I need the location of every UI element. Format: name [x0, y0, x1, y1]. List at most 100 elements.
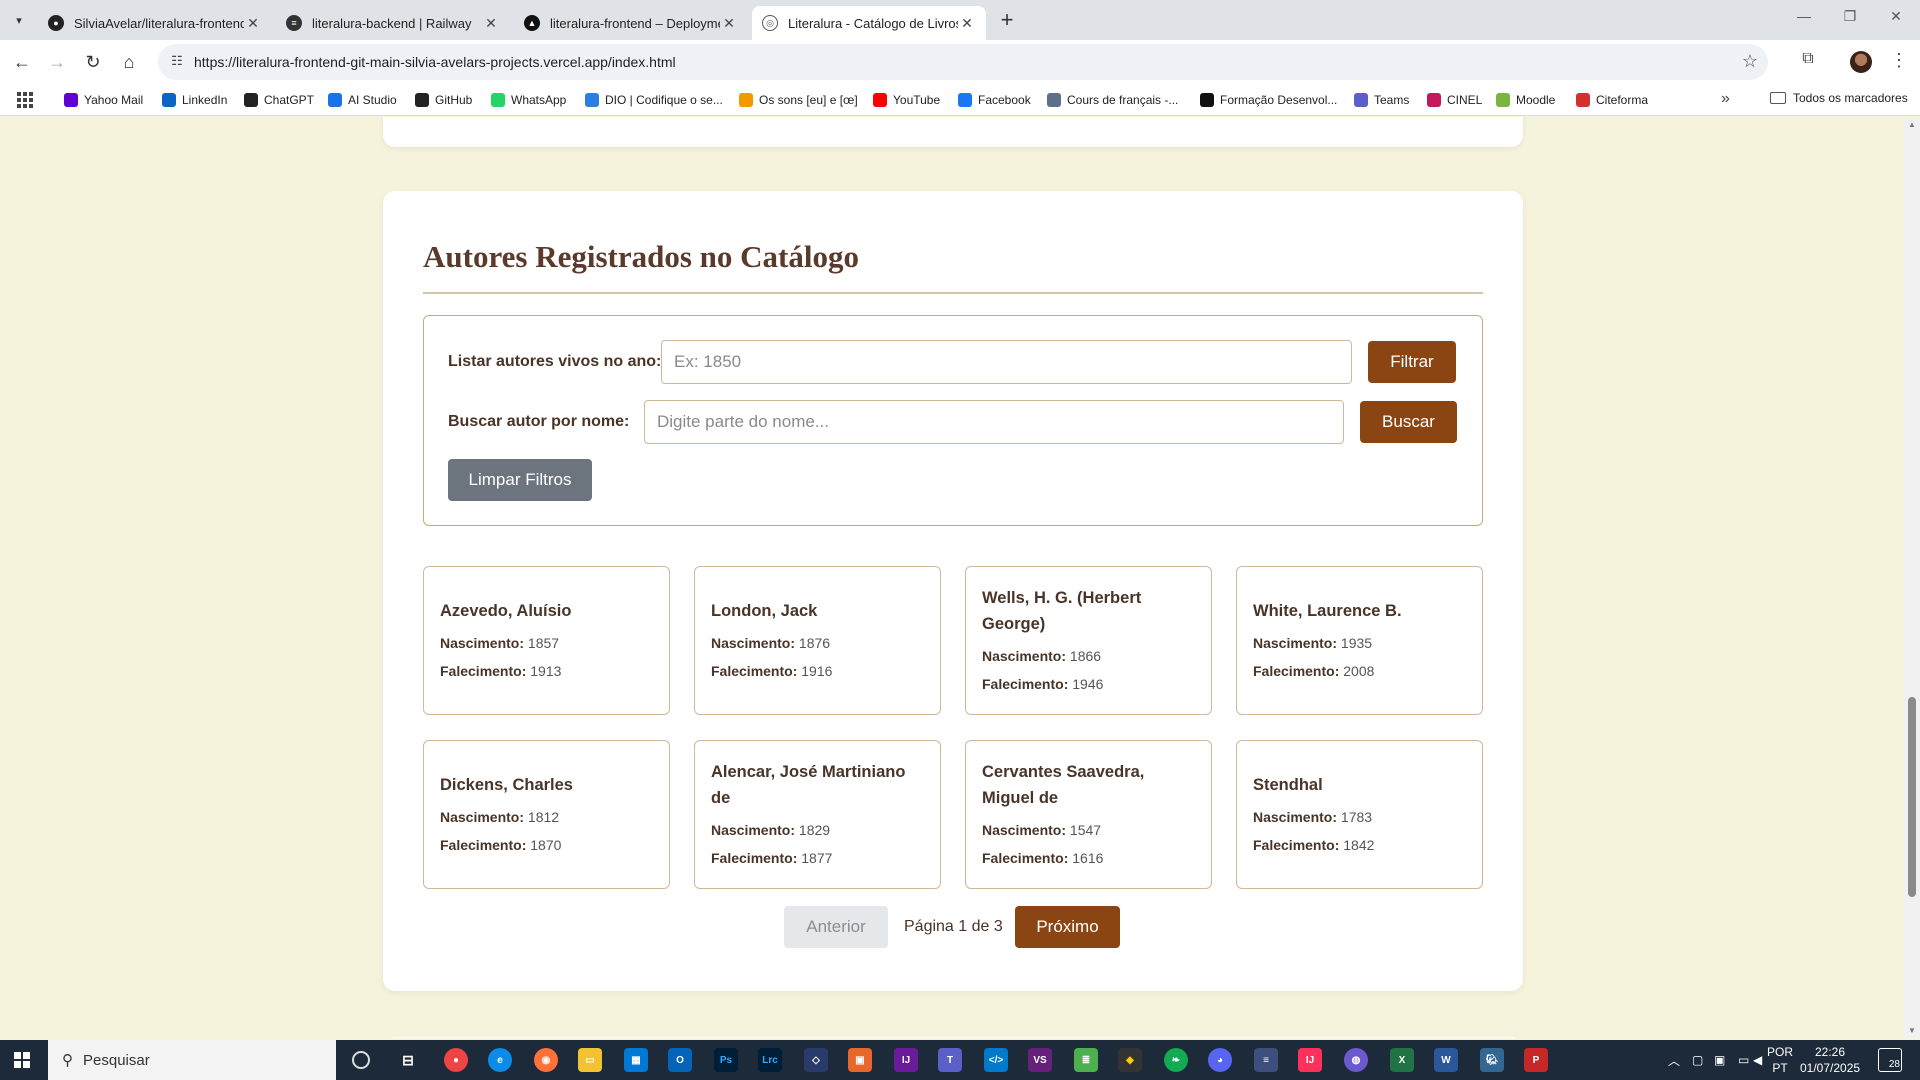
scroll-down-icon[interactable]: ▼ — [1908, 1026, 1916, 1035]
author-name: London, Jack — [711, 602, 818, 620]
studio-icon[interactable]: ◇ — [804, 1048, 828, 1072]
home-icon[interactable]: ⌂ — [117, 50, 141, 74]
bookmark-item[interactable]: YouTube — [873, 91, 940, 109]
more-menu-icon[interactable]: ⋮ — [1890, 50, 1908, 72]
word-icon[interactable]: W — [1434, 1048, 1458, 1072]
mongodb-icon[interactable]: ❧ — [1164, 1048, 1188, 1072]
more-bookmarks-icon[interactable]: » — [1721, 90, 1730, 108]
tray-expand-icon[interactable]: ︿ — [1668, 1040, 1680, 1080]
file-explorer-icon[interactable]: ▭ — [578, 1048, 602, 1072]
previous-page-button[interactable]: Anterior — [784, 906, 888, 948]
language-indicator[interactable]: POR PT — [1765, 1044, 1795, 1076]
volume-icon[interactable]: ◀ — [1753, 1040, 1762, 1080]
year-input[interactable] — [661, 340, 1352, 384]
url-text[interactable]: https://literalura-frontend-git-main-sil… — [194, 54, 676, 70]
profile-avatar[interactable] — [1850, 51, 1872, 73]
notepad-icon[interactable]: ≣ — [1074, 1048, 1098, 1072]
bookmark-item[interactable]: Os sons [eu] e [œ] — [739, 91, 858, 109]
minimize-icon[interactable]: — — [1790, 8, 1818, 32]
bookmark-item[interactable]: Formação Desenvol... — [1200, 91, 1337, 109]
taskbar-search[interactable]: ⚲ Pesquisar — [48, 1040, 336, 1080]
tab-close-icon[interactable]: ✕ — [720, 15, 738, 32]
name-search-input[interactable] — [644, 400, 1344, 444]
tool-icon[interactable]: ▣ — [848, 1048, 872, 1072]
visual-studio-icon[interactable]: VS — [1028, 1048, 1052, 1072]
bookmark-item[interactable]: Citeforma — [1576, 91, 1648, 109]
teams-icon[interactable]: T — [938, 1048, 962, 1072]
edge-icon[interactable]: e — [488, 1048, 512, 1072]
windows-start-icon[interactable] — [14, 1052, 30, 1068]
tab-close-icon[interactable]: ✕ — [482, 15, 500, 32]
tab-vercel[interactable]: ▲ literalura-frontend – Deployme ✕ — [514, 6, 748, 40]
author-card-body: White, Laurence B. Nascimento: 1935 Faleci… — [1253, 567, 1466, 682]
close-window-icon[interactable]: ✕ — [1882, 8, 1910, 32]
page-indicator: Página 1 de 3 — [904, 918, 1003, 935]
tab-close-icon[interactable]: ✕ — [244, 15, 262, 32]
bookmark-item[interactable]: Facebook — [958, 91, 1031, 109]
browser-alt-icon[interactable]: ◍ — [1344, 1048, 1368, 1072]
next-page-button[interactable]: Próximo — [1015, 906, 1120, 948]
postgresql-icon[interactable]: 🐘︎ — [1480, 1048, 1504, 1072]
death-label: Falecimento: — [1253, 663, 1340, 679]
tab-literalura[interactable]: ◎ Literalura - Catálogo de Livros ✕ — [752, 6, 986, 40]
tab-close-icon[interactable]: ✕ — [958, 15, 976, 32]
bookmark-item[interactable]: CINEL — [1427, 91, 1482, 109]
bookmark-item[interactable]: ChatGPT — [244, 91, 314, 109]
chrome-icon[interactable]: ● — [444, 1048, 468, 1072]
bookmark-item[interactable]: WhatsApp — [491, 91, 566, 109]
apps-grid-icon[interactable] — [17, 92, 33, 108]
display-icon[interactable]: ▣ — [1714, 1040, 1725, 1080]
presentation-icon[interactable]: P — [1524, 1048, 1548, 1072]
lightroom-icon[interactable]: Lrc — [758, 1048, 782, 1072]
git-icon[interactable]: ◆ — [1118, 1048, 1142, 1072]
bookmark-item[interactable]: Cours de français -... — [1047, 91, 1178, 109]
forward-icon[interactable]: → — [45, 50, 69, 74]
bookmark-label: CINEL — [1447, 93, 1483, 107]
bookmark-item[interactable]: GitHub — [415, 91, 472, 109]
task-view-icon[interactable]: ⊟ — [396, 1048, 420, 1072]
bookmark-star-icon[interactable]: ☆ — [1742, 51, 1758, 72]
bookmark-item[interactable]: Yahoo Mail — [64, 91, 143, 109]
tab-search-icon[interactable]: ▾ — [8, 9, 30, 31]
extensions-icon[interactable]: ⧉ — [1797, 50, 1819, 72]
bookmarks-bar: Yahoo Mail LinkedIn ChatGPT AI Studio GitHub… — [0, 84, 1920, 116]
bookmark-item[interactable]: Teams — [1354, 91, 1409, 109]
excel-icon[interactable]: X — [1390, 1048, 1414, 1072]
firefox-icon[interactable]: ◉ — [534, 1048, 558, 1072]
tab-railway[interactable]: ≡ literalura-backend | Railway ✕ — [276, 6, 510, 40]
clear-filters-button[interactable]: Limpar Filtros — [448, 459, 592, 501]
vscode-icon[interactable]: </> — [984, 1048, 1008, 1072]
jetbrains-icon[interactable]: IJ — [1298, 1048, 1322, 1072]
site-info-icon[interactable]: ☷ — [168, 53, 186, 71]
search-button[interactable]: Buscar — [1360, 401, 1457, 443]
scroll-up-icon[interactable]: ▲ — [1908, 120, 1916, 129]
scrollbar-thumb[interactable] — [1908, 697, 1916, 897]
intellij-icon[interactable]: IJ — [894, 1048, 918, 1072]
all-bookmarks-folder[interactable]: Todos os marcadores — [1770, 91, 1908, 105]
bookmark-item[interactable]: Moodle — [1496, 91, 1555, 109]
cortana-icon[interactable] — [352, 1051, 370, 1069]
bookmark-item[interactable]: DIO | Codifique o se... — [585, 91, 723, 109]
restore-icon[interactable]: ❐ — [1836, 8, 1864, 32]
author-card: Alencar, José Martiniano de Nascimento: 1… — [694, 740, 941, 889]
page-scrollbar[interactable]: ▲ ▼ — [1904, 117, 1920, 1038]
database-icon[interactable]: ≡ — [1254, 1048, 1278, 1072]
network-icon[interactable]: ▭ — [1738, 1040, 1749, 1080]
new-tab-icon[interactable]: + — [994, 8, 1020, 34]
photoshop-icon[interactable]: Ps — [714, 1048, 738, 1072]
bookmark-item[interactable]: LinkedIn — [162, 91, 227, 109]
meet-icon[interactable]: ▢ — [1692, 1040, 1703, 1080]
author-name: Cervantes Saavedra, Miguel de — [982, 763, 1145, 807]
address-bar[interactable]: ☷ https://literalura-frontend-git-main-s… — [158, 44, 1768, 80]
outlook-icon[interactable]: O — [668, 1048, 692, 1072]
filter-button[interactable]: Filtrar — [1368, 341, 1456, 383]
store-icon[interactable]: ▦ — [624, 1048, 648, 1072]
back-icon[interactable]: ← — [10, 50, 34, 74]
notification-center-icon[interactable]: 28 — [1878, 1048, 1902, 1072]
system-clock[interactable]: 22:26 01/07/2025 — [1800, 1044, 1860, 1076]
author-birth: Nascimento: 1812 — [440, 806, 653, 828]
tab-github[interactable]: ● SilviaAvelar/literalura-frontend ✕ — [38, 6, 272, 40]
discord-icon[interactable]: ◕ — [1208, 1048, 1232, 1072]
reload-icon[interactable]: ↻ — [81, 50, 105, 74]
bookmark-item[interactable]: AI Studio — [328, 91, 397, 109]
